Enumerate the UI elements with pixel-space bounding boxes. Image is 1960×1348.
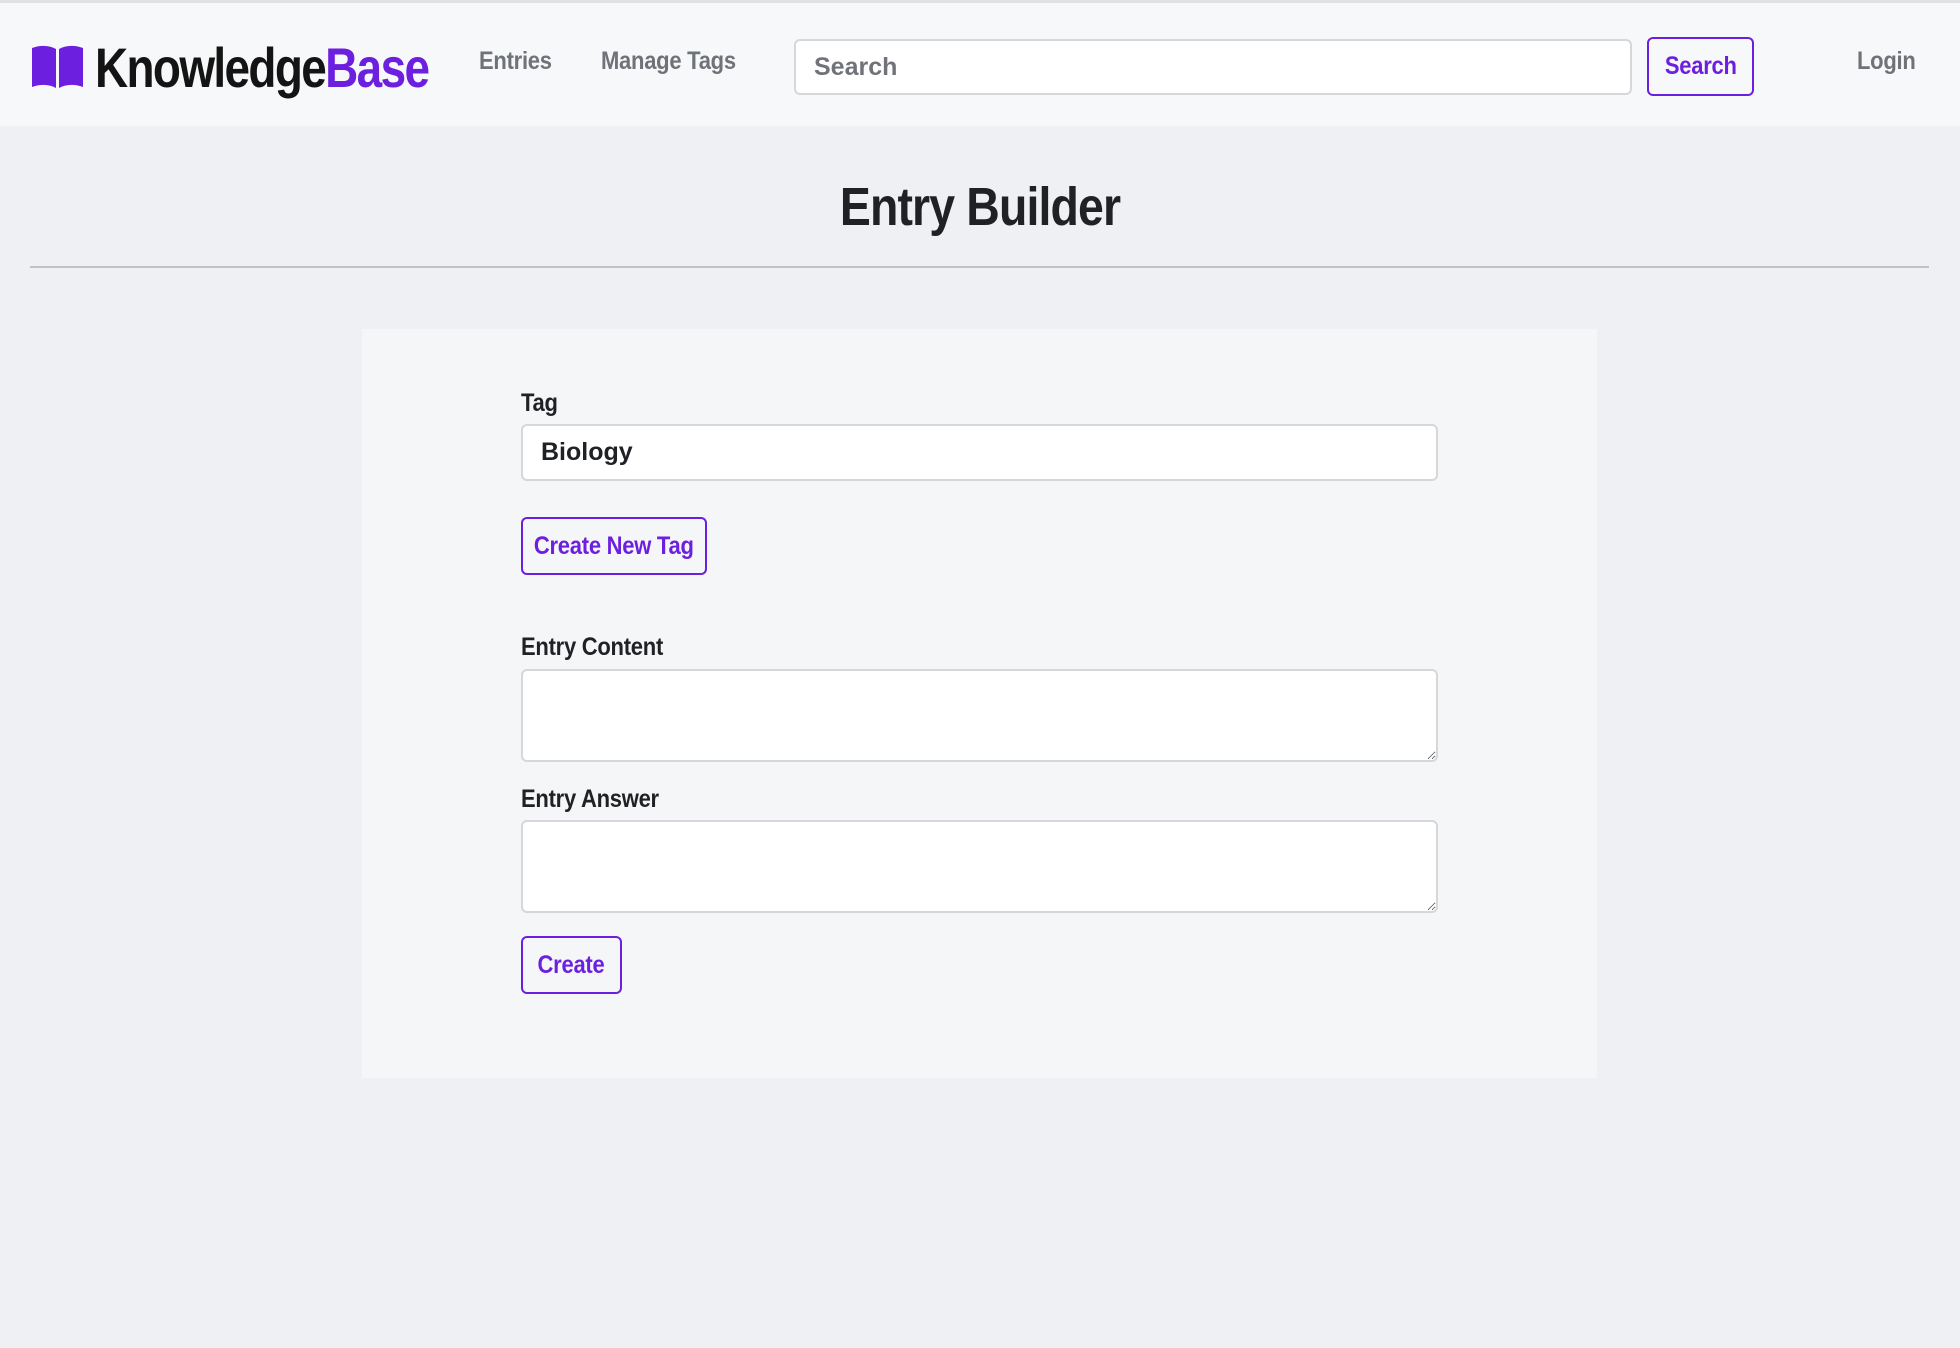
open-book-icon xyxy=(32,45,83,88)
title-divider xyxy=(30,266,1929,268)
search-button-label: Search xyxy=(1664,52,1737,80)
tag-label: Tag xyxy=(521,389,558,417)
create-button-label: Create xyxy=(538,950,605,979)
create-new-tag-button-label: Create New Tag xyxy=(534,531,694,560)
nav-entries-link[interactable]: Entries xyxy=(479,47,552,76)
search-input[interactable] xyxy=(794,39,1632,95)
entry-answer-textarea[interactable] xyxy=(521,820,1438,913)
navbar: KnowledgeBase Entries Manage Tags Search… xyxy=(0,3,1960,126)
nav-manage-tags-link[interactable]: Manage Tags xyxy=(601,47,736,76)
tag-input[interactable] xyxy=(521,424,1438,481)
brand-logo-link[interactable]: KnowledgeBase xyxy=(30,33,502,101)
entry-builder-card: Tag Create New Tag Entry Content Entry A… xyxy=(362,329,1597,1078)
create-button[interactable]: Create xyxy=(521,936,622,994)
brand-name: KnowledgeBase xyxy=(95,35,430,100)
page-title-text: Entry Builder xyxy=(839,177,1121,237)
brand-name-base: Base xyxy=(325,35,430,99)
brand-name-knowledge: Knowledge xyxy=(95,35,327,99)
create-new-tag-button[interactable]: Create New Tag xyxy=(521,517,707,575)
page-title: Entry Builder xyxy=(0,176,1960,238)
entry-answer-label: Entry Answer xyxy=(521,785,659,813)
entry-content-label: Entry Content xyxy=(521,633,664,661)
entry-content-textarea[interactable] xyxy=(521,669,1438,762)
login-link[interactable]: Login xyxy=(1857,47,1916,76)
search-button[interactable]: Search xyxy=(1647,37,1754,96)
